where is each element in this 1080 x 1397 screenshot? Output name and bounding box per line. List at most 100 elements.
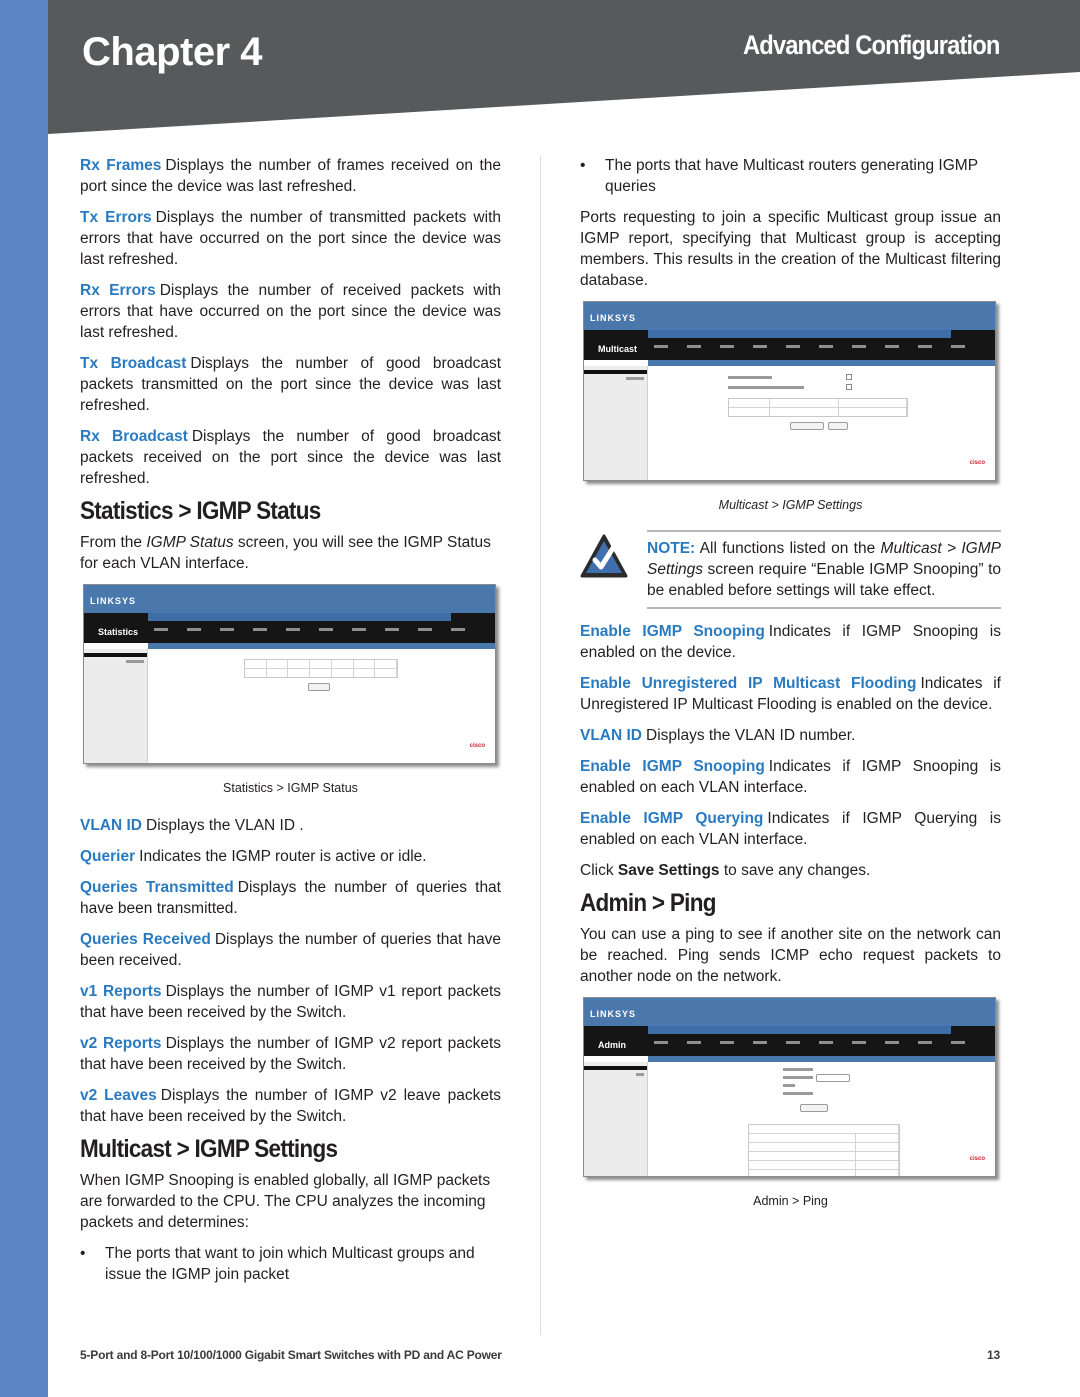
term: v1 Reports — [80, 983, 162, 1000]
definition-item: v2 Leaves Displays the number of IGMP v2 … — [80, 1085, 501, 1127]
definition-item: Rx Frames Displays the number of frames r… — [80, 155, 501, 197]
definition-item: Enable IGMP Querying Indicates if IGMP Qu… — [580, 808, 1001, 850]
chapter-title: Chapter 4 — [82, 30, 263, 74]
figure-igmp-status: LINKSYS Statistics cisco Statistics > IG… — [80, 584, 501, 799]
figure-caption: Multicast > IGMP Settings — [718, 498, 863, 512]
definition-item: VLAN ID Displays the VLAN ID number. — [580, 725, 1001, 746]
definition-item: Tx Errors Displays the number of transmit… — [80, 207, 501, 270]
cancel-button — [828, 422, 848, 430]
checkmark-note-icon — [580, 534, 628, 578]
instruction-text: to save any changes. — [719, 862, 871, 879]
figure-caption: Statistics > IGMP Status — [223, 781, 358, 795]
figure-igmp-settings: LINKSYS Multicast cisco Multicast > IGMP… — [580, 301, 1001, 516]
screenshot-sidebar — [584, 366, 648, 480]
bullet-list: The ports that have Multicast routers ge… — [580, 155, 1001, 197]
checkbox — [846, 374, 852, 380]
module-label: Multicast — [598, 344, 638, 354]
term: Queries Received — [80, 931, 211, 948]
definition-item: Queries Received Displays the number of q… — [80, 929, 501, 971]
definition-item: Queries Transmitted Displays the number o… — [80, 877, 501, 919]
linksys-logo: LINKSYS — [590, 313, 637, 323]
linksys-logo: LINKSYS — [90, 596, 137, 606]
nav-strip — [148, 613, 451, 621]
screenshot-topbar: LINKSYS — [584, 302, 995, 330]
nav-tabs — [654, 1041, 965, 1044]
bullet-item: The ports that want to join which Multic… — [80, 1243, 501, 1285]
save-settings-button — [790, 422, 824, 430]
term: Enable IGMP Querying — [580, 810, 764, 827]
figure-caption: Admin > Ping — [753, 1194, 828, 1208]
definition-item: Enable IGMP Snooping Indicates if IGMP Sn… — [580, 756, 1001, 798]
term: Enable Unregistered IP Multicast Floodin… — [580, 675, 917, 692]
paragraph: Ports requesting to join a specific Mult… — [580, 209, 1001, 289]
footer-title: 5-Port and 8-Port 10/100/1000 Gigabit Sm… — [80, 1348, 502, 1362]
timeout-label — [783, 1092, 813, 1095]
screenshot-content: cisco — [648, 1062, 995, 1176]
screenshot-navbar: Multicast — [584, 330, 995, 360]
screenshot-igmp-settings: LINKSYS Multicast cisco — [583, 301, 996, 481]
intro-italic: IGMP Status — [146, 534, 234, 551]
screenshot-content: cisco — [148, 649, 495, 763]
term: Enable IGMP Snooping — [580, 758, 765, 775]
term: v2 Reports — [80, 1035, 162, 1052]
heading-igmp-status: Statistics > IGMP Status — [80, 497, 321, 525]
igmp-status-intro: From the IGMP Status screen, you will se… — [80, 532, 501, 574]
figure-admin-ping: LINKSYS Admin cisco Admin > Ping — [580, 997, 1001, 1212]
section-title: Advanced Configuration — [743, 30, 1000, 60]
definition-item: v2 Reports Displays the number of IGMP v2… — [80, 1033, 501, 1075]
note-rule — [647, 530, 1001, 532]
definition-item: Enable IGMP Snooping Indicates if IGMP Sn… — [580, 621, 1001, 663]
nav-tabs — [654, 345, 965, 348]
cisco-logo: cisco — [469, 743, 485, 749]
term: Tx Errors — [80, 209, 152, 226]
screenshot-sidebar — [584, 1062, 648, 1176]
definition-item: v1 Reports Displays the number of IGMP v1… — [80, 981, 501, 1023]
screenshot-navbar: Admin — [584, 1026, 995, 1056]
definition: Displays the VLAN ID number. — [646, 727, 856, 744]
screenshot-body: cisco — [584, 366, 995, 480]
label-unregistered-flooding — [728, 386, 804, 389]
bullet-item: The ports that have Multicast routers ge… — [580, 155, 1001, 197]
right-column: The ports that have Multicast routers ge… — [580, 155, 1001, 1216]
page-footer: 5-Port and 8-Port 10/100/1000 Gigabit Sm… — [80, 1348, 1000, 1362]
screenshot-navbar: Statistics — [84, 613, 495, 643]
note-box: NOTE: All functions listed on the Multic… — [580, 530, 1001, 609]
instruction-text: Click — [580, 862, 618, 879]
screenshot-admin-ping: LINKSYS Admin cisco — [583, 997, 996, 1177]
bullet-list: The ports that want to join which Multic… — [80, 1243, 501, 1285]
term: v2 Leaves — [80, 1087, 157, 1104]
cisco-logo: cisco — [969, 1156, 985, 1162]
definition-item: Enable Unregistered IP Multicast Floodin… — [580, 673, 1001, 715]
column-divider — [540, 155, 541, 1335]
target-ip-label — [783, 1076, 813, 1079]
save-settings-button — [800, 1104, 828, 1112]
term: Rx Broadcast — [80, 428, 188, 445]
definition-item: Rx Errors Displays the number of received… — [80, 280, 501, 343]
nav-strip — [648, 330, 951, 338]
screenshot-topbar: LINKSYS — [84, 585, 495, 613]
count-label — [783, 1084, 795, 1087]
nav-strip — [648, 1026, 951, 1034]
refresh-button — [308, 683, 330, 691]
term: Queries Transmitted — [80, 879, 234, 896]
screenshot-igmp-status: LINKSYS Statistics cisco — [83, 584, 496, 764]
definition-item: Querier Indicates the IGMP router is acti… — [80, 846, 501, 867]
term: Tx Broadcast — [80, 355, 187, 372]
definition-item: VLAN ID Displays the VLAN ID . — [80, 815, 501, 836]
screenshot-content: cisco — [648, 366, 995, 480]
igmp-settings-intro: When IGMP Snooping is enabled globally, … — [80, 1172, 491, 1231]
instruction-bold: Save Settings — [617, 862, 720, 879]
vlan-table — [728, 398, 908, 417]
note-label: NOTE: — [647, 540, 696, 557]
screenshot-sidebar — [84, 649, 148, 763]
definition: Displays the VLAN ID . — [146, 817, 304, 834]
term: Enable IGMP Snooping — [580, 623, 765, 640]
screenshot-body: cisco — [84, 649, 495, 763]
screenshot-body: cisco — [584, 1062, 995, 1176]
linksys-logo: LINKSYS — [590, 1009, 637, 1019]
heading-igmp-settings: Multicast > IGMP Settings — [80, 1135, 338, 1163]
save-instruction: Click Save Settings to save any changes. — [580, 860, 1001, 881]
definition-item: Rx Broadcast Displays the number of good … — [80, 426, 501, 489]
note-rule — [647, 607, 1001, 609]
heading-admin-ping: Admin > Ping — [580, 889, 716, 917]
